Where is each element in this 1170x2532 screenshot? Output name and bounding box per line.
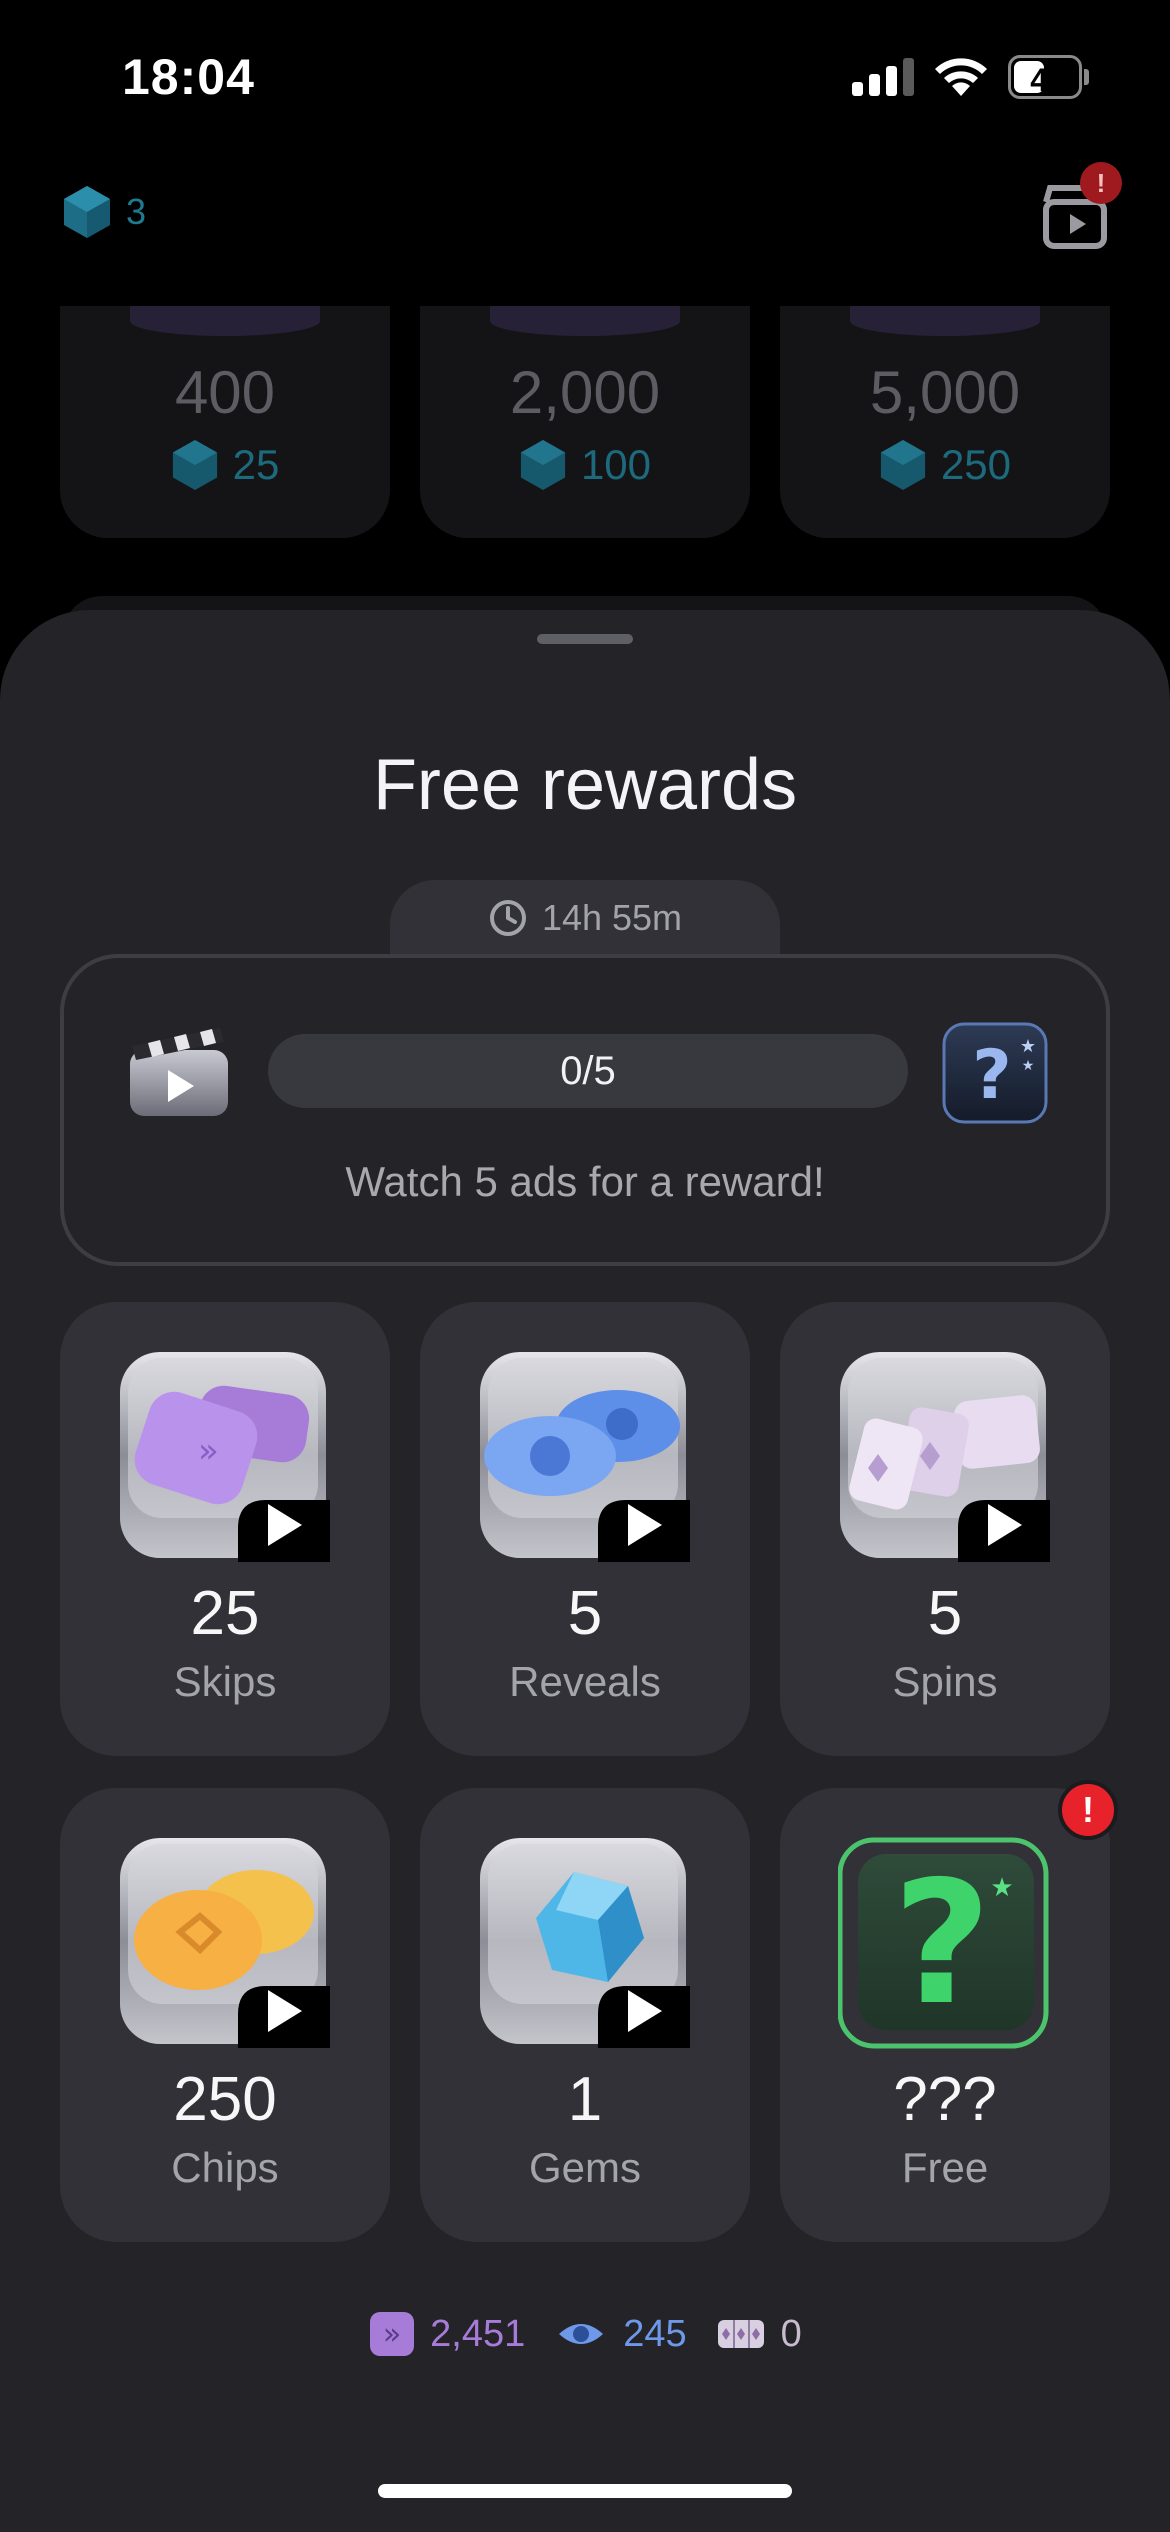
reward-card-chips[interactable]: 250 Chips	[60, 1788, 390, 2242]
gem-icon	[880, 440, 926, 490]
reward-count: 25	[190, 1579, 260, 1648]
reward-label: Spins	[892, 1658, 998, 1705]
ads-progress-bar: 0/5	[268, 1034, 908, 1108]
reveals-total-value: 245	[623, 2312, 687, 2355]
spins-total-value: 0	[780, 2312, 802, 2355]
spins-total: 0	[715, 2310, 802, 2358]
notification-badge: !	[1080, 162, 1122, 204]
gem-count: 3	[126, 191, 147, 232]
shop-price: 100	[580, 441, 652, 488]
reward-card-skips[interactable]: » 25 Skips	[60, 1302, 390, 1756]
wifi-icon	[935, 58, 987, 96]
svg-text:?: ?	[893, 1845, 992, 2043]
reward-label: Reveals	[509, 1658, 661, 1705]
free-reward-alert-badge: !	[1058, 1780, 1118, 1840]
status-time: 18:04	[122, 49, 255, 105]
gem-counter[interactable]: 3	[62, 184, 146, 240]
svg-text:?: ?	[972, 1036, 1011, 1115]
reward-card-free[interactable]: ? ★ ??? Free	[780, 1788, 1110, 2242]
sheet-title: Free rewards	[372, 745, 798, 825]
sheet-grabber[interactable]	[537, 634, 633, 644]
shop-card[interactable]: 400 25	[60, 306, 390, 538]
reward-card-spins[interactable]: 5 Spins	[780, 1302, 1110, 1756]
cellular-signal-icon	[852, 58, 914, 96]
shop-amount: 5,000	[869, 359, 1021, 426]
reward-card-gems[interactable]: 1 Gems	[420, 1788, 750, 2242]
svg-text:★: ★	[1022, 1058, 1035, 1074]
reels-icon	[717, 2320, 764, 2348]
shop-card[interactable]: 2,000 100	[420, 306, 750, 538]
shop-amount: 2,000	[509, 359, 661, 426]
gem-icon	[172, 440, 217, 490]
reward-label: Chips	[171, 2144, 279, 2191]
eye-icon	[559, 2324, 604, 2344]
battery-level: 45	[1030, 62, 1066, 98]
reward-count: 5	[567, 1579, 603, 1648]
reveals-total: 245	[553, 2310, 687, 2358]
gem-icon	[520, 440, 566, 490]
coin-chips-icon	[120, 1838, 330, 2048]
mystery-question-icon: ? ★	[838, 1837, 1049, 2049]
clock-icon	[489, 900, 526, 936]
shop-price: 250	[940, 441, 1012, 488]
svg-text:★: ★	[1020, 1036, 1036, 1057]
skips-total-value: 2,451	[430, 2312, 526, 2355]
reward-count: 250	[173, 2065, 277, 2134]
timer-text: 14h 55m	[541, 897, 683, 938]
currency-totals: » 2,451 245 0	[0, 2310, 1170, 2358]
eye-reveal-icon	[480, 1352, 690, 1562]
clapperboard-icon	[130, 1028, 228, 1116]
svg-text:★: ★	[990, 1873, 1013, 1903]
watch-ads-panel[interactable]: 0/5 ? ★ ★ Watch 5 ads for a reward!	[60, 954, 1110, 1266]
reward-count: 5	[927, 1579, 963, 1648]
reward-count: 1	[567, 2065, 603, 2134]
ads-progress-label: 0/5	[560, 1049, 616, 1093]
reward-label: Free	[901, 2144, 989, 2191]
reward-card-reveals[interactable]: 5 Reveals	[420, 1302, 750, 1756]
reward-label: Skips	[173, 1658, 277, 1705]
reward-label: Gems	[528, 2144, 641, 2191]
skips-total: » 2,451	[368, 2310, 525, 2358]
mystery-reward-icon: ? ★ ★	[942, 1022, 1048, 1124]
svg-text:»: »	[383, 2317, 401, 2352]
shop-amount: 400	[174, 359, 276, 426]
reward-count: ???	[893, 2065, 997, 2134]
skip-icon: »	[370, 2312, 415, 2356]
shop-price: 25	[232, 441, 280, 488]
home-indicator[interactable]	[378, 2484, 792, 2498]
battery-icon: 45	[1008, 55, 1089, 99]
shop-card[interactable]: 5,000 250	[780, 306, 1110, 538]
slot-reels-icon	[840, 1352, 1050, 1562]
skip-cards-icon: »	[120, 1352, 330, 1562]
gem-icon	[64, 186, 110, 238]
status-bar: 18:04 45	[0, 0, 1170, 150]
svg-text:»: »	[198, 1431, 219, 1471]
ads-caption: Watch 5 ads for a reward!	[345, 1158, 825, 1205]
gem-icon	[480, 1838, 690, 2048]
